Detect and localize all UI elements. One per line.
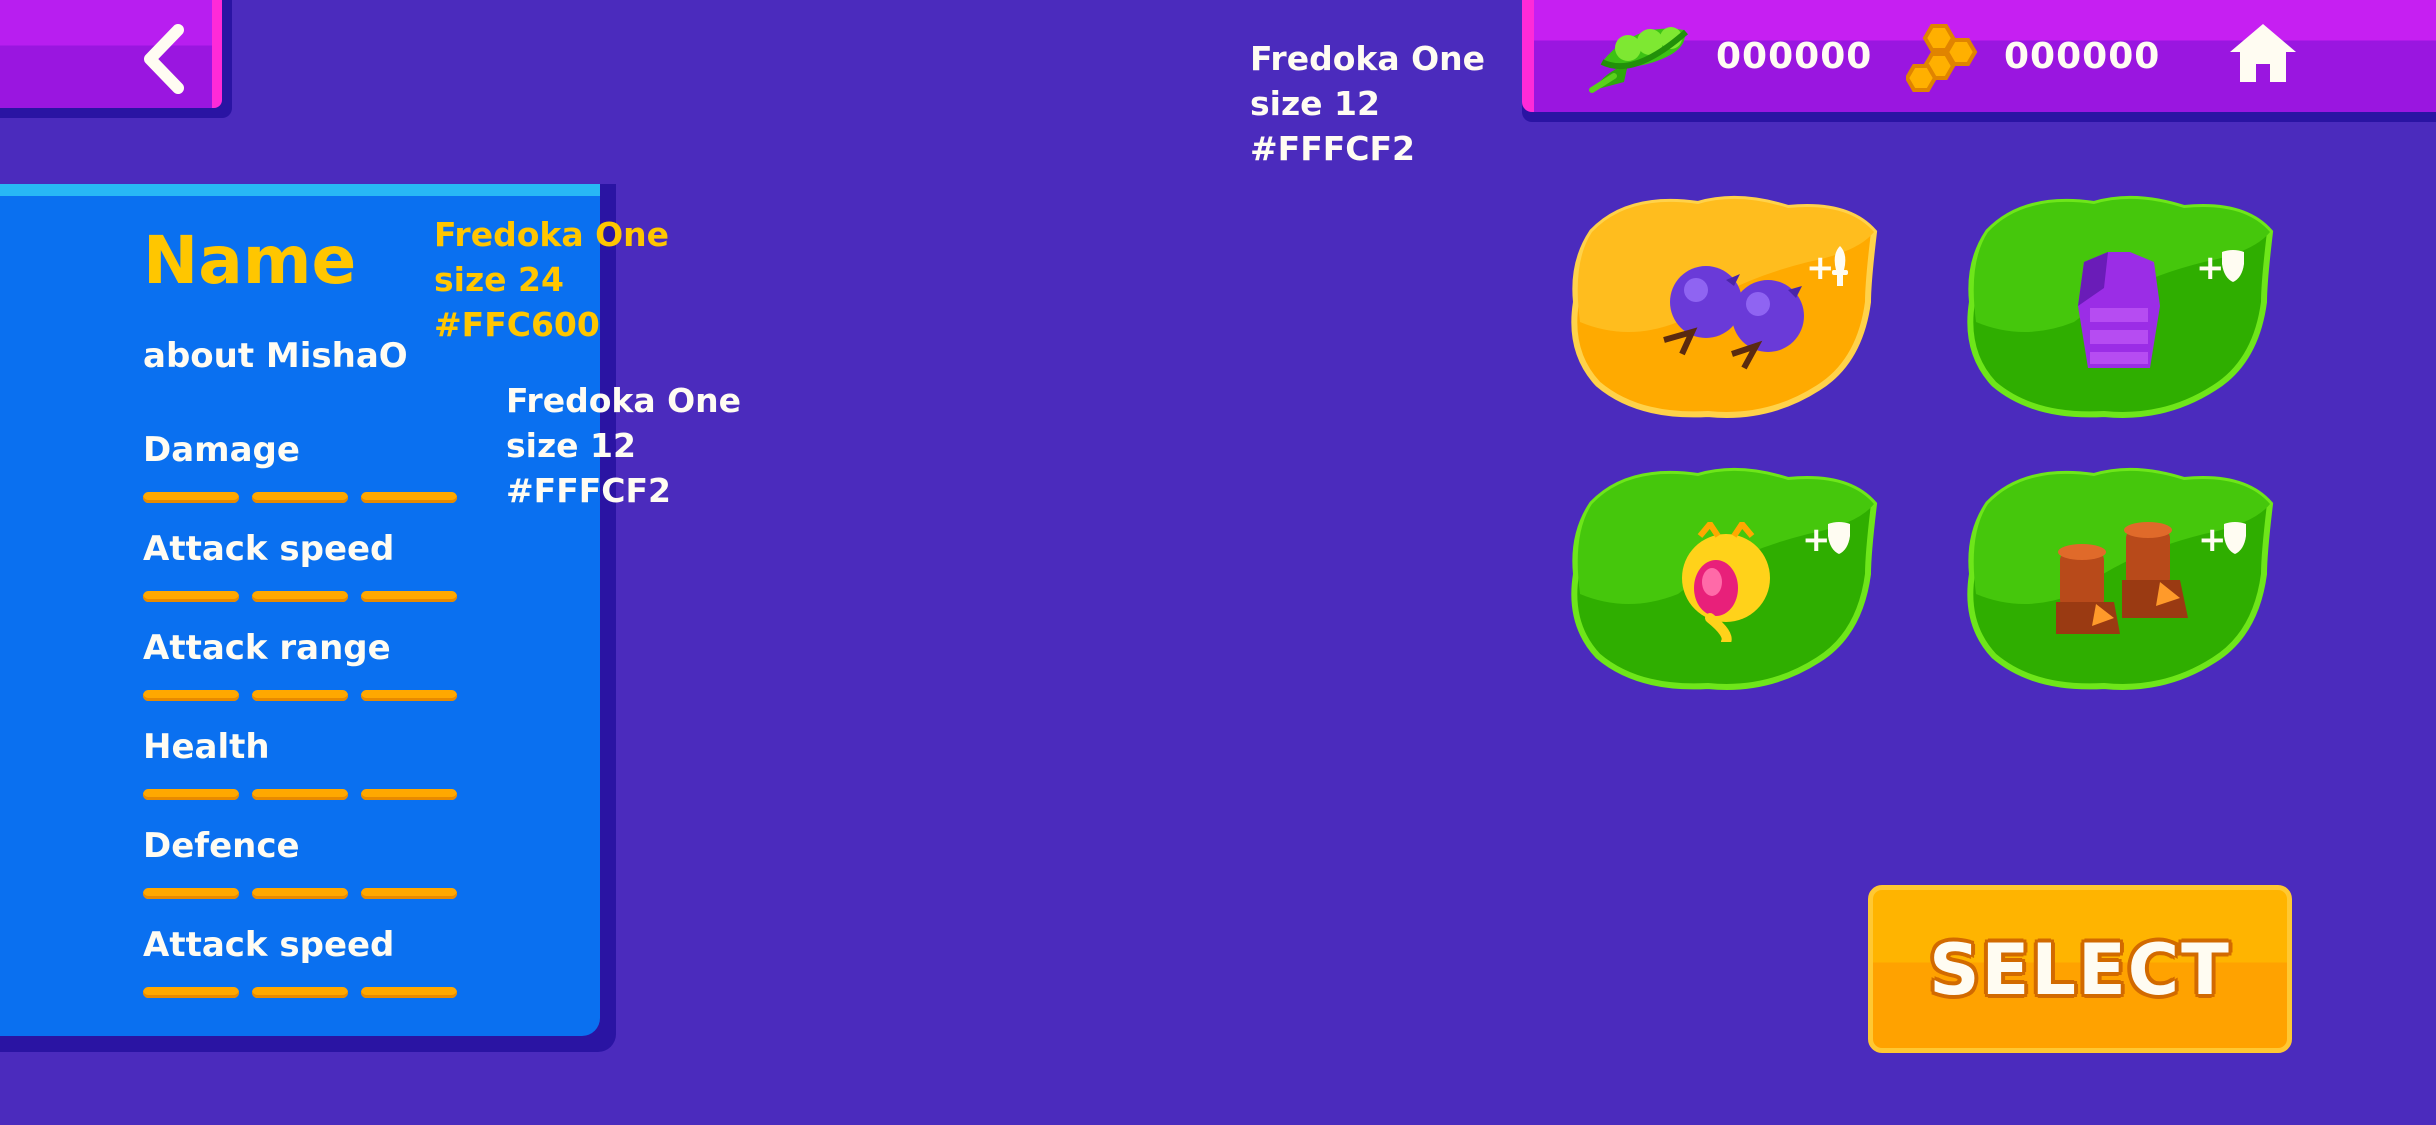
hero-name: Name bbox=[143, 222, 357, 299]
select-button[interactable]: SELECT bbox=[1868, 885, 2292, 1053]
golden-helmet-icon bbox=[1682, 522, 1770, 642]
stat-bars-health bbox=[143, 789, 457, 800]
stat-label-defence: Defence bbox=[143, 826, 300, 866]
stat-bars-attack-range bbox=[143, 690, 457, 701]
stat-bars-attack-speed bbox=[143, 591, 457, 602]
stat-bars-defence bbox=[143, 888, 457, 899]
font-spec-note-top: Fredoka One size 12 #FFFCF2 bbox=[1250, 39, 1486, 168]
shield-icon bbox=[2222, 250, 2244, 282]
stat-label-attack-speed-2: Attack speed bbox=[143, 925, 395, 965]
shield-icon bbox=[1828, 522, 1850, 554]
brown-boots-icon bbox=[2056, 522, 2188, 634]
peas-count: 000000 bbox=[1716, 36, 1873, 77]
stat-bars-damage bbox=[143, 492, 457, 503]
stat-label-health: Health bbox=[143, 727, 270, 767]
font-spec-note-name: Fredoka One size 24 #FFC600 bbox=[434, 215, 670, 344]
blueberry-gloves-icon bbox=[1663, 266, 1804, 370]
select-button-label: SELECT bbox=[1929, 929, 2231, 1011]
purple-armor-icon bbox=[2078, 252, 2160, 368]
shield-icon bbox=[2224, 522, 2246, 554]
hero-about: about MishaO bbox=[143, 336, 408, 376]
font-spec-note-text: Fredoka One size 12 #FFFCF2 bbox=[506, 381, 742, 510]
honeycomb-icon bbox=[1906, 24, 1978, 92]
stat-label-attack-speed: Attack speed bbox=[143, 529, 395, 569]
stat-label-damage: Damage bbox=[143, 430, 300, 470]
stat-bars-attack-speed-2 bbox=[143, 987, 457, 998]
honey-count: 000000 bbox=[2004, 36, 2161, 77]
sword-icon bbox=[1832, 246, 1848, 286]
item-card-armor[interactable]: + bbox=[1964, 192, 2274, 420]
stat-label-attack-range: Attack range bbox=[143, 628, 391, 668]
home-icon[interactable] bbox=[2228, 22, 2298, 84]
back-button[interactable] bbox=[0, 0, 232, 118]
item-card-boots[interactable]: + bbox=[1964, 464, 2274, 692]
item-card-helmet[interactable]: + bbox=[1568, 464, 1878, 692]
chevron-left-icon bbox=[144, 24, 184, 94]
item-card-gloves[interactable]: + bbox=[1568, 192, 1878, 420]
peas-icon bbox=[1589, 27, 1688, 93]
